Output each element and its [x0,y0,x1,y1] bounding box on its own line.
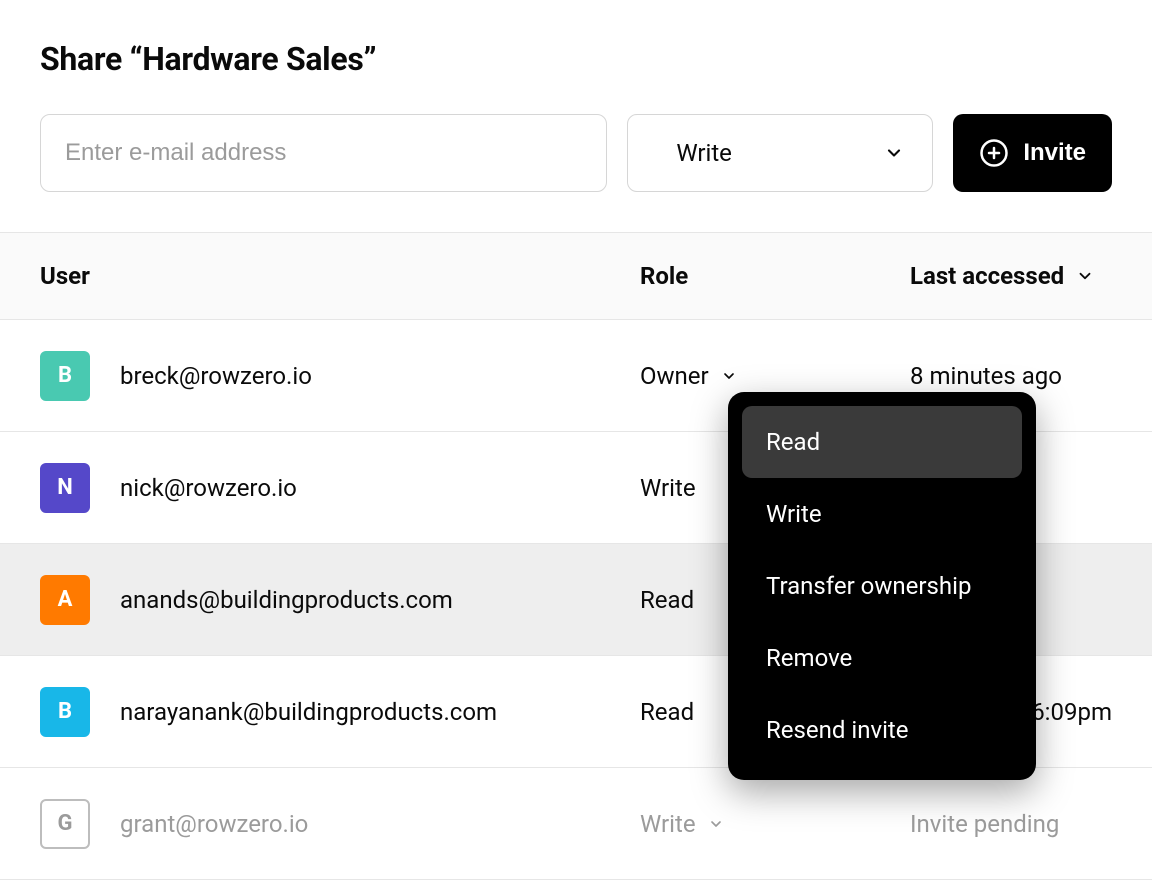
avatar: G [40,799,90,849]
user-email: nick@rowzero.io [120,474,297,502]
role-label: Read [640,698,694,726]
role-select-label: Write [676,139,732,167]
avatar: A [40,575,90,625]
dialog-title: Share “Hardware Sales” [40,40,1112,78]
table-row: Ggrant@rowzero.ioWriteInvite pending [0,768,1152,880]
user-cell: Bbreck@rowzero.io [40,351,640,401]
dropdown-item-resend-invite[interactable]: Resend invite [742,694,1022,766]
plus-circle-icon [979,138,1009,168]
email-input[interactable] [40,114,607,192]
column-header-user: User [40,262,640,290]
avatar: B [40,351,90,401]
role-label: Owner [640,362,709,390]
role-label: Read [640,586,694,614]
column-header-last-accessed[interactable]: Last accessed [910,262,1112,290]
invite-button[interactable]: Invite [953,114,1112,192]
invite-button-label: Invite [1023,139,1086,167]
table-header: User Role Last accessed [0,232,1152,320]
role-cell[interactable]: Write [640,810,910,838]
user-cell: Aanands@buildingproducts.com [40,575,640,625]
dropdown-item-remove[interactable]: Remove [742,622,1022,694]
user-cell: Ggrant@rowzero.io [40,799,640,849]
dropdown-item-write[interactable]: Write [742,478,1022,550]
column-header-last-label: Last accessed [910,262,1064,290]
role-label: Write [640,474,696,502]
role-select[interactable]: Write [627,114,933,192]
user-cell: Nnick@rowzero.io [40,463,640,513]
user-email: grant@rowzero.io [120,810,308,838]
role-cell[interactable]: Owner [640,362,910,390]
user-cell: Bnarayanank@buildingproducts.com [40,687,640,737]
last-accessed-cell: Invite pending [910,810,1112,838]
user-email: anands@buildingproducts.com [120,586,453,614]
last-accessed-cell: 8 minutes ago [910,362,1112,390]
role-label: Write [640,810,696,838]
role-dropdown-menu: ReadWriteTransfer ownershipRemoveResend … [728,392,1036,780]
user-email: breck@rowzero.io [120,362,312,390]
chevron-down-icon [884,143,904,163]
avatar: B [40,687,90,737]
invite-row: Write Invite [40,114,1112,192]
column-header-role: Role [640,262,910,290]
user-email: narayanank@buildingproducts.com [120,698,497,726]
chevron-down-icon [708,816,724,832]
chevron-down-icon [1076,267,1094,285]
chevron-down-icon [721,368,737,384]
avatar: N [40,463,90,513]
dropdown-item-transfer-ownership[interactable]: Transfer ownership [742,550,1022,622]
dropdown-item-read[interactable]: Read [742,406,1022,478]
